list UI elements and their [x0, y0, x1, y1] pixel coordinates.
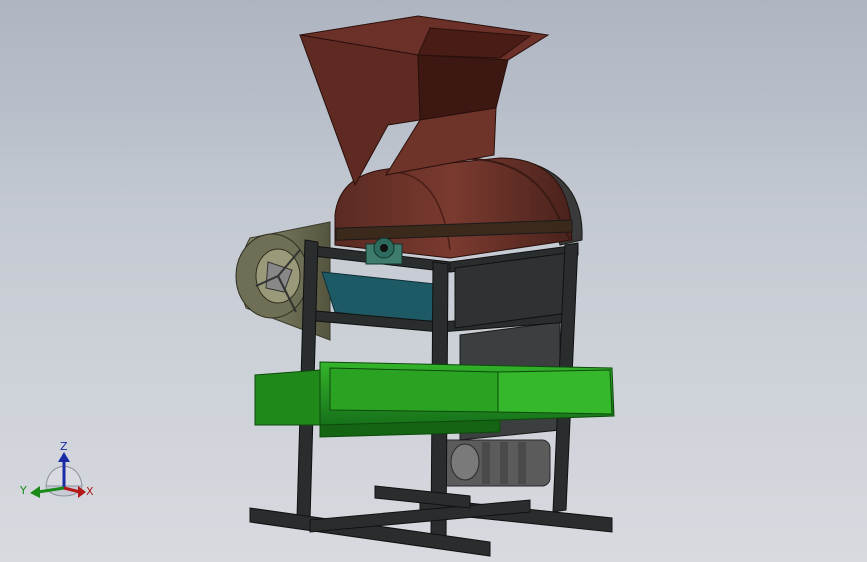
y-arrow-icon: [30, 486, 40, 498]
cad-viewport[interactable]: Z Y X: [0, 0, 867, 562]
machine-model[interactable]: [0, 0, 867, 562]
y-axis-label: Y: [19, 484, 27, 497]
motor: [439, 439, 551, 487]
z-arrow-icon: [58, 452, 70, 462]
orientation-triad[interactable]: Z Y X: [18, 438, 98, 508]
threshing-drum-cover: [334, 157, 573, 259]
z-axis-label: Z: [60, 440, 68, 453]
x-axis-label: X: [86, 485, 94, 498]
